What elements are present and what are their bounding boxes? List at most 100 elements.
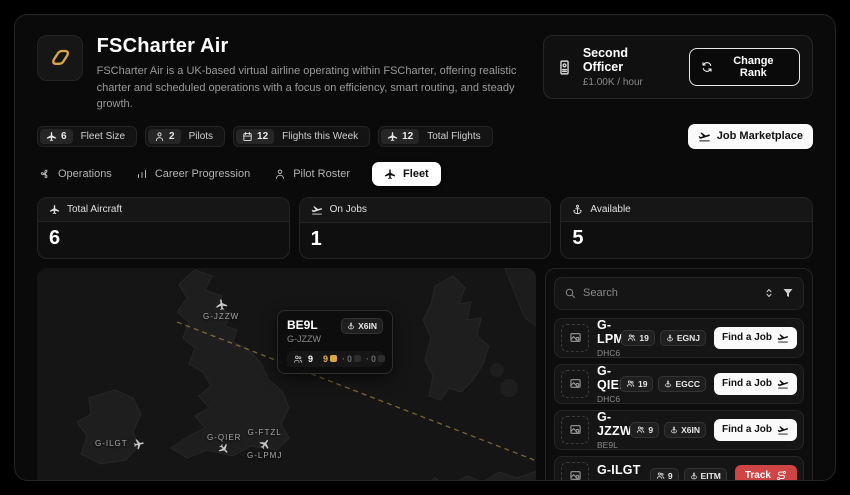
aircraft-type: DHC6 xyxy=(597,394,612,404)
app-window: FSCharter Air FSCharter Air is a UK-base… xyxy=(14,14,836,481)
plane-marker-icon xyxy=(216,440,233,457)
aircraft-marker[interactable]: G-FTZL G-LPMJ xyxy=(247,428,282,460)
job-marketplace-button[interactable]: Job Marketplace xyxy=(688,124,813,149)
search-input[interactable] xyxy=(583,287,756,299)
location-badge: EITM xyxy=(684,468,727,482)
location-badge: EGCC xyxy=(658,376,706,392)
card-value: 6 xyxy=(38,222,289,257)
aircraft-row: G-ILGT BE9L • 0 kts • 0 ft 9 EITM xyxy=(554,456,804,482)
stats-row: 6 Fleet Size 2 Pilots 12 Flights this We… xyxy=(37,124,813,149)
aircraft-registration: G-ILGT xyxy=(597,463,642,477)
anchor-icon xyxy=(690,472,698,480)
airline-description: FSCharter Air is a UK-based virtual airl… xyxy=(97,63,543,113)
popup-registration: G-JZZW xyxy=(287,334,321,344)
card-total-aircraft: Total Aircraft 6 xyxy=(37,197,290,259)
marker-label: G-ILGT xyxy=(95,439,128,448)
fleet-panel: G-LPMJ DHC6 19 EGNJ Fi xyxy=(545,268,813,482)
tab-pilot-roster[interactable]: Pilot Roster xyxy=(272,162,352,186)
aircraft-thumbnail xyxy=(561,462,589,482)
bar-chart-icon xyxy=(136,168,148,180)
filter-icon[interactable] xyxy=(782,287,794,299)
person-icon xyxy=(154,131,165,142)
header: FSCharter Air FSCharter Air is a UK-base… xyxy=(37,35,813,113)
refresh-icon xyxy=(701,61,713,73)
stat-pilots: 2 Pilots xyxy=(145,126,225,147)
popup-pax: 9 xyxy=(308,354,313,364)
users-icon xyxy=(626,379,635,388)
calendar-icon xyxy=(242,131,253,142)
aircraft-marker[interactable]: G-JZZW xyxy=(203,298,239,321)
plane-icon xyxy=(49,204,60,215)
fan-icon xyxy=(39,168,51,180)
anchor-icon xyxy=(664,380,672,388)
plane-takeoff-icon xyxy=(777,332,789,344)
rank-rate: £1.00K / hour xyxy=(583,77,671,88)
users-icon xyxy=(636,425,645,434)
tab-fleet[interactable]: Fleet xyxy=(372,162,441,186)
landmass xyxy=(490,363,504,377)
find-job-button[interactable]: Find a Job xyxy=(714,373,797,395)
route-icon xyxy=(776,470,787,481)
fleet-map[interactable]: G-JZZW G-ILGT G-QIER G-FTZL G-LPMJ BE9L xyxy=(37,268,536,482)
sort-icon[interactable] xyxy=(763,287,775,299)
users-icon xyxy=(627,333,636,342)
capacity-badge: 19 xyxy=(620,376,653,392)
stat-label: Fleet Size xyxy=(73,131,134,142)
airline-brand: FSCharter Air FSCharter Air is a UK-base… xyxy=(37,35,543,113)
image-placeholder-icon xyxy=(569,377,582,390)
users-icon xyxy=(293,354,303,364)
search-bar xyxy=(554,277,804,310)
aircraft-list: G-LPMJ DHC6 19 EGNJ Fi xyxy=(554,318,804,482)
marker-label: G-JZZW xyxy=(203,312,239,321)
summary-cards: Total Aircraft 6 On Jobs 1 Available 5 xyxy=(37,197,813,259)
tab-operations[interactable]: Operations xyxy=(37,162,114,186)
aircraft-popup[interactable]: BE9L G-JZZW X6IN 9 9 xyxy=(277,310,393,374)
find-job-button[interactable]: Find a Job xyxy=(714,419,797,441)
aircraft-type: BE9L xyxy=(597,440,622,450)
stat-flights-week: 12 Flights this Week xyxy=(233,126,370,147)
aircraft-registration: G-QIER xyxy=(597,364,612,392)
rank-card: Second Officer £1.00K / hour Change Rank xyxy=(543,35,813,99)
track-button[interactable]: Track xyxy=(735,465,797,481)
plane-marker-icon xyxy=(132,436,146,450)
stat-label: Total Flights xyxy=(419,131,489,142)
landmass xyxy=(500,379,518,397)
plane-takeoff-icon xyxy=(311,204,323,216)
aircraft-thumbnail xyxy=(561,370,589,398)
seat-indicator: · 0 xyxy=(342,354,361,364)
id-badge-icon xyxy=(556,59,573,76)
marker-label: G-FTZL xyxy=(248,428,282,437)
stat-fleet-size: 6 Fleet Size xyxy=(37,126,137,147)
anchor-icon xyxy=(347,322,355,330)
airline-name: FSCharter Air xyxy=(97,35,543,58)
swoosh-logo-icon xyxy=(46,44,74,72)
aircraft-type: DHC6 xyxy=(597,348,613,358)
search-icon xyxy=(564,287,576,299)
plane-takeoff-icon xyxy=(698,130,711,143)
aircraft-type: BE9L • 0 kts • 0 ft xyxy=(597,479,642,482)
stat-total-flights: 12 Total Flights xyxy=(378,126,492,147)
tab-career-progression[interactable]: Career Progression xyxy=(134,162,252,186)
seat-box-icon xyxy=(330,355,337,362)
plane-icon xyxy=(46,131,57,142)
rank-title: Second Officer xyxy=(583,46,671,74)
aircraft-row: G-LPMJ DHC6 19 EGNJ Fi xyxy=(554,318,804,358)
card-on-jobs: On Jobs 1 xyxy=(299,197,552,259)
person-icon xyxy=(274,168,286,180)
card-available: Available 5 xyxy=(560,197,813,259)
marker-label: G-LPMJ xyxy=(247,451,282,460)
seat-indicator: 9 xyxy=(323,354,337,364)
aircraft-marker[interactable]: G-ILGT xyxy=(95,438,145,450)
aircraft-marker[interactable]: G-QIER xyxy=(207,433,241,455)
seat-box-icon xyxy=(354,355,361,362)
capacity-badge: 19 xyxy=(621,330,654,346)
location-badge: X6IN xyxy=(664,422,706,438)
aircraft-registration: G-JZZW xyxy=(597,410,622,438)
image-placeholder-icon xyxy=(569,331,582,344)
change-rank-button[interactable]: Change Rank xyxy=(689,48,800,86)
find-job-button[interactable]: Find a Job xyxy=(714,327,797,349)
seat-indicator: · 0 xyxy=(366,354,385,364)
image-placeholder-icon xyxy=(569,469,582,481)
aircraft-registration: G-LPMJ xyxy=(597,318,613,346)
card-value: 1 xyxy=(300,223,551,258)
